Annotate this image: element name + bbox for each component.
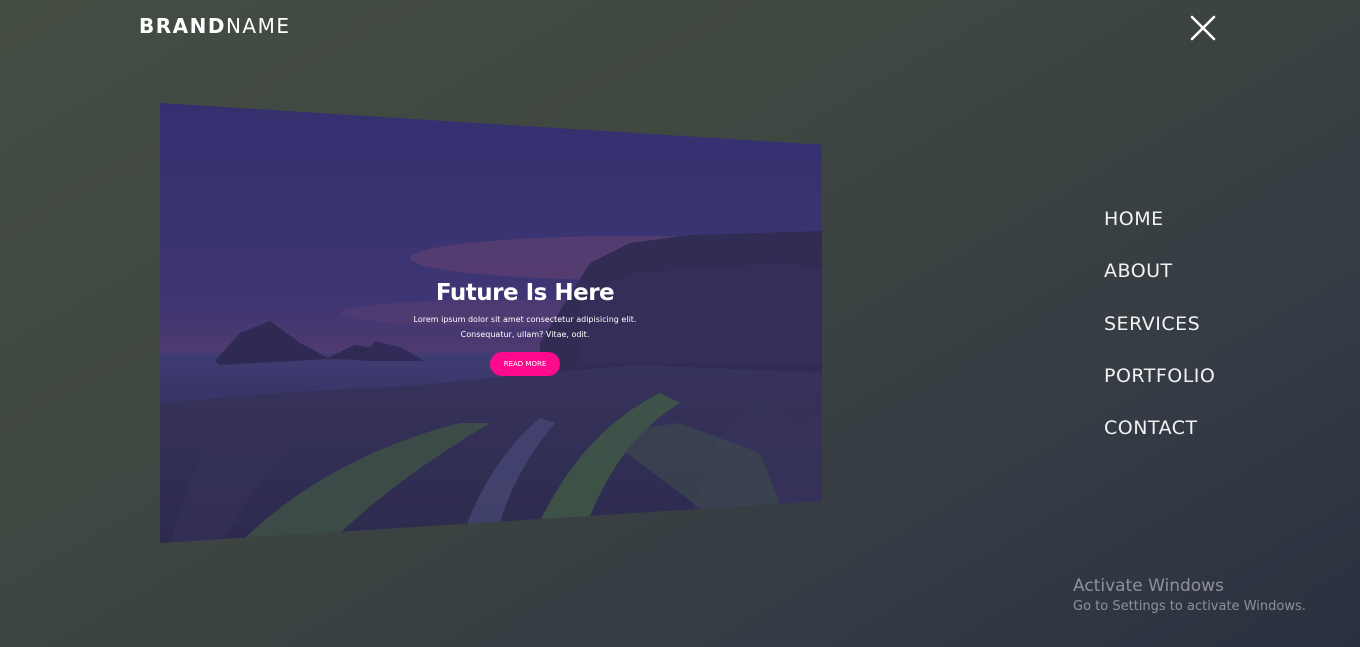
hero-description-line-1: Lorem ipsum dolor sit amet consectetur a… <box>413 315 637 324</box>
nav-item-contact[interactable]: CONTACT <box>1104 414 1215 442</box>
watermark-subtitle: Go to Settings to activate Windows. <box>1073 599 1306 614</box>
brand-logo[interactable]: BRANDNAME <box>139 14 291 38</box>
nav-item-home[interactable]: HOME <box>1104 205 1215 233</box>
watermark-title: Activate Windows <box>1073 576 1224 596</box>
activate-windows-watermark: Activate Windows Go to Settings to activ… <box>1073 575 1306 617</box>
brand-logo-light: NAME <box>225 14 291 38</box>
hero-title: Future Is Here <box>435 280 615 306</box>
read-more-button[interactable]: READ MORE <box>489 352 561 376</box>
hero-description: Lorem ipsum dolor sit amet consectetur a… <box>395 312 655 342</box>
nav-item-portfolio[interactable]: PORTFOLIO <box>1104 362 1215 390</box>
hero-card: Future Is Here Lorem ipsum dolor sit ame… <box>160 103 822 543</box>
brand-logo-bold: BRAND <box>139 14 226 38</box>
nav-item-about[interactable]: ABOUT <box>1104 257 1215 285</box>
hero-description-line-2: Consequatur, ullam? Vitae, odit. <box>460 330 590 339</box>
hero-content: Future Is Here Lorem ipsum dolor sit ame… <box>370 278 680 376</box>
close-menu-button[interactable] <box>1185 10 1221 46</box>
nav-item-services[interactable]: SERVICES <box>1104 310 1215 338</box>
close-icon <box>1190 15 1216 41</box>
main-navigation: HOME ABOUT SERVICES PORTFOLIO CONTACT <box>1104 205 1215 466</box>
